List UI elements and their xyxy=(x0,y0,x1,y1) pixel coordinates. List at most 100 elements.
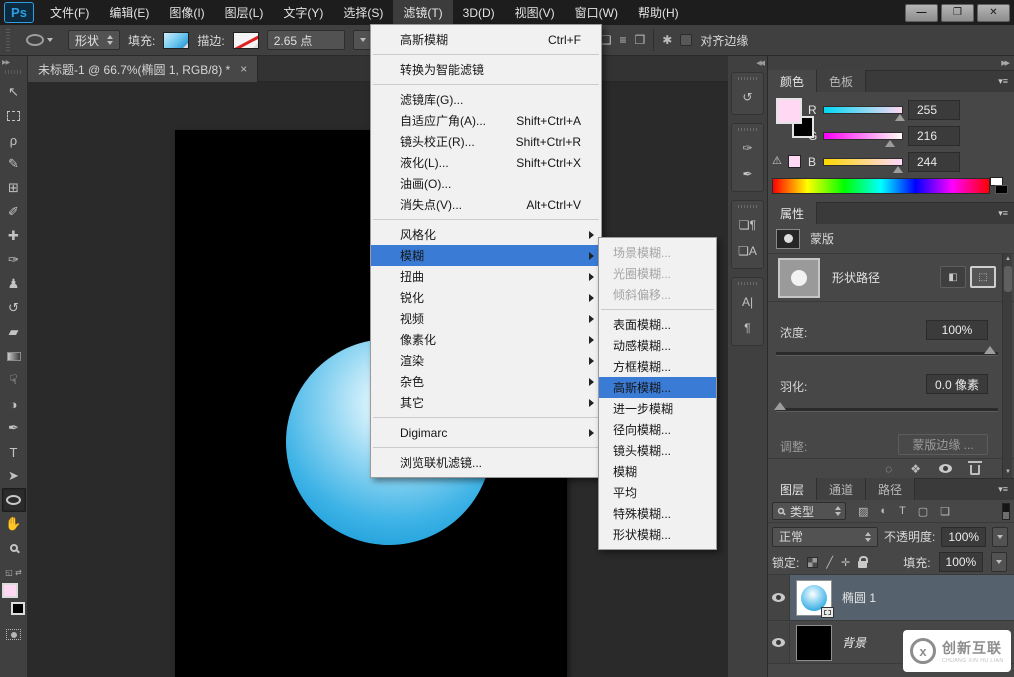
paragraph-panel-icon[interactable]: ¶ xyxy=(732,315,763,341)
layer-row-ellipse[interactable]: 椭圆 1 xyxy=(768,575,1014,621)
document-tab[interactable]: 未标题-1 @ 66.7%(椭圆 1, RGB/8) * × xyxy=(28,56,258,82)
hand-tool[interactable]: ✋ xyxy=(2,512,26,536)
menu-item-gaussian-blur[interactable]: 高斯模糊... xyxy=(599,377,716,398)
tool-preset-picker[interactable] xyxy=(18,29,60,51)
character-styles-panel-icon[interactable]: ❏A xyxy=(732,238,763,264)
lasso-tool[interactable]: ρ xyxy=(2,128,26,152)
eye-icon[interactable] xyxy=(772,638,785,647)
ellipse-tool[interactable] xyxy=(2,488,26,512)
path-arrangement-icon[interactable]: ❐ xyxy=(634,33,645,47)
menu-3d[interactable]: 3D(D) xyxy=(453,0,505,25)
filter-type-layers-icon[interactable]: T xyxy=(899,505,906,517)
mask-edge-button[interactable]: 蒙版边缘 ... xyxy=(898,434,988,455)
smudge-tool[interactable]: ☟ xyxy=(2,368,26,392)
path-operations-icon[interactable]: ❏ xyxy=(601,33,612,47)
menu-item-surface-blur[interactable]: 表面模糊... xyxy=(599,314,716,335)
menu-image[interactable]: 图像(I) xyxy=(159,0,214,25)
lock-all-icon[interactable] xyxy=(858,561,867,568)
menu-item-render[interactable]: 渲染 xyxy=(371,350,601,371)
lock-pixels-icon[interactable]: ╱ xyxy=(826,556,833,569)
black-swatch[interactable] xyxy=(995,185,1008,194)
red-slider-thumb[interactable] xyxy=(895,114,905,121)
clone-stamp-tool[interactable]: ♟ xyxy=(2,272,26,296)
dock-collapse-icon[interactable]: ◀◀ xyxy=(728,56,767,70)
vector-mask-button[interactable]: ⬚ xyxy=(970,266,996,288)
density-value-input[interactable]: 100% xyxy=(926,320,988,340)
menu-item-blur[interactable]: 模糊 xyxy=(371,245,601,266)
path-selection-tool[interactable]: ➤ xyxy=(2,464,26,488)
minimize-button[interactable]: — xyxy=(905,4,938,22)
shape-path-thumbnail[interactable] xyxy=(778,258,820,298)
spot-healing-brush-tool[interactable]: ✚ xyxy=(2,224,26,248)
fill-dropdown[interactable] xyxy=(991,552,1007,572)
layer-filter-type-select[interactable]: 类型 xyxy=(772,502,846,520)
menu-item-browse-filters-online[interactable]: 浏览联机滤镜... xyxy=(371,452,601,473)
blend-mode-select[interactable]: 正常 xyxy=(772,527,878,547)
opacity-dropdown[interactable] xyxy=(992,527,1008,547)
scrollbar-thumb[interactable] xyxy=(1004,266,1012,292)
layer-visibility-cell[interactable] xyxy=(768,622,790,663)
add-pixel-mask-button[interactable]: ◧ xyxy=(940,266,966,288)
feather-slider[interactable] xyxy=(776,408,998,411)
tab-swatches[interactable]: 色板 xyxy=(817,70,866,92)
green-slider-thumb[interactable] xyxy=(885,140,895,147)
layer-visibility-cell[interactable] xyxy=(768,575,790,620)
menu-item-motion-blur[interactable]: 动感模糊... xyxy=(599,335,716,356)
menu-help[interactable]: 帮助(H) xyxy=(628,0,689,25)
layer-thumbnail[interactable] xyxy=(796,580,832,616)
tab-layers[interactable]: 图层 xyxy=(768,478,817,500)
dock-grip[interactable] xyxy=(738,77,758,80)
dock-grip[interactable] xyxy=(738,128,758,131)
menu-select[interactable]: 选择(S) xyxy=(333,0,393,25)
menu-item-convert-smart-filters[interactable]: 转换为智能滤镜 xyxy=(371,59,601,80)
delete-mask-icon[interactable] xyxy=(970,465,980,475)
invert-selection-icon[interactable]: ◌ xyxy=(885,462,892,476)
maximize-button[interactable]: ❐ xyxy=(941,4,974,22)
toolbar-grip[interactable] xyxy=(5,70,23,74)
menu-item-average[interactable]: 平均 xyxy=(599,482,716,503)
toolbar-collapse-icon[interactable]: ▶▶ xyxy=(0,56,27,70)
red-value-input[interactable]: 255 xyxy=(908,100,960,120)
menu-item-liquify[interactable]: 液化(L)...Shift+Ctrl+X xyxy=(371,152,601,173)
close-tab-icon[interactable]: × xyxy=(240,62,247,76)
panel-menu-icon[interactable]: ▾≡ xyxy=(998,76,1008,87)
menu-item-stylize[interactable]: 风格化 xyxy=(371,224,601,245)
feather-slider-thumb[interactable] xyxy=(774,402,786,410)
mask-visibility-eye-icon[interactable] xyxy=(939,464,952,473)
menu-item-adaptive-wide-angle[interactable]: 自适应广角(A)...Shift+Ctrl+A xyxy=(371,110,601,131)
stroke-width-input[interactable]: 2.65 点 xyxy=(267,30,345,50)
tab-paths[interactable]: 路径 xyxy=(866,478,915,500)
menu-item-oil-paint[interactable]: 油画(O)... xyxy=(371,173,601,194)
layer-name[interactable]: 背景 xyxy=(842,634,866,651)
filter-shape-layers-icon[interactable]: ▢ xyxy=(918,505,928,518)
layer-thumbnail[interactable] xyxy=(796,625,832,661)
tool-mode-select[interactable]: 形状 xyxy=(68,30,120,50)
fill-value-input[interactable]: 100% xyxy=(939,552,984,572)
red-slider[interactable] xyxy=(823,106,903,114)
menu-item-radial-blur[interactable]: 径向模糊... xyxy=(599,419,716,440)
menu-file[interactable]: 文件(F) xyxy=(40,0,99,25)
layer-filter-toggle[interactable] xyxy=(1002,503,1010,520)
menu-window[interactable]: 窗口(W) xyxy=(565,0,628,25)
tab-channels[interactable]: 通道 xyxy=(817,478,866,500)
blue-value-input[interactable]: 244 xyxy=(908,152,960,172)
menu-item-pixelate[interactable]: 像素化 xyxy=(371,329,601,350)
clone-source-panel-icon[interactable]: ❏¶ xyxy=(732,212,763,238)
menu-item-gaussian-blur-repeat[interactable]: 高斯模糊Ctrl+F xyxy=(371,29,601,50)
align-edges-checkbox[interactable] xyxy=(680,34,692,46)
green-value-input[interactable]: 216 xyxy=(908,126,960,146)
brush-panel-icon[interactable]: ✑ xyxy=(732,135,763,161)
layer-name[interactable]: 椭圆 1 xyxy=(842,589,876,606)
menu-item-lens-correction[interactable]: 镜头校正(R)...Shift+Ctrl+R xyxy=(371,131,601,152)
blue-slider[interactable] xyxy=(823,158,903,166)
menu-item-distort[interactable]: 扭曲 xyxy=(371,266,601,287)
zoom-tool[interactable] xyxy=(2,536,26,560)
lock-transparency-icon[interactable] xyxy=(807,557,818,568)
character-panel-icon[interactable]: A| xyxy=(732,289,763,315)
quick-selection-tool[interactable]: ✎ xyxy=(2,152,26,176)
density-slider-thumb[interactable] xyxy=(984,346,996,354)
brush-presets-panel-icon[interactable]: ✒ xyxy=(732,161,763,187)
menu-layer[interactable]: 图层(L) xyxy=(215,0,274,25)
menu-item-filter-gallery[interactable]: 滤镜库(G)... xyxy=(371,89,601,110)
menu-item-vanishing-point[interactable]: 消失点(V)...Alt+Ctrl+V xyxy=(371,194,601,215)
